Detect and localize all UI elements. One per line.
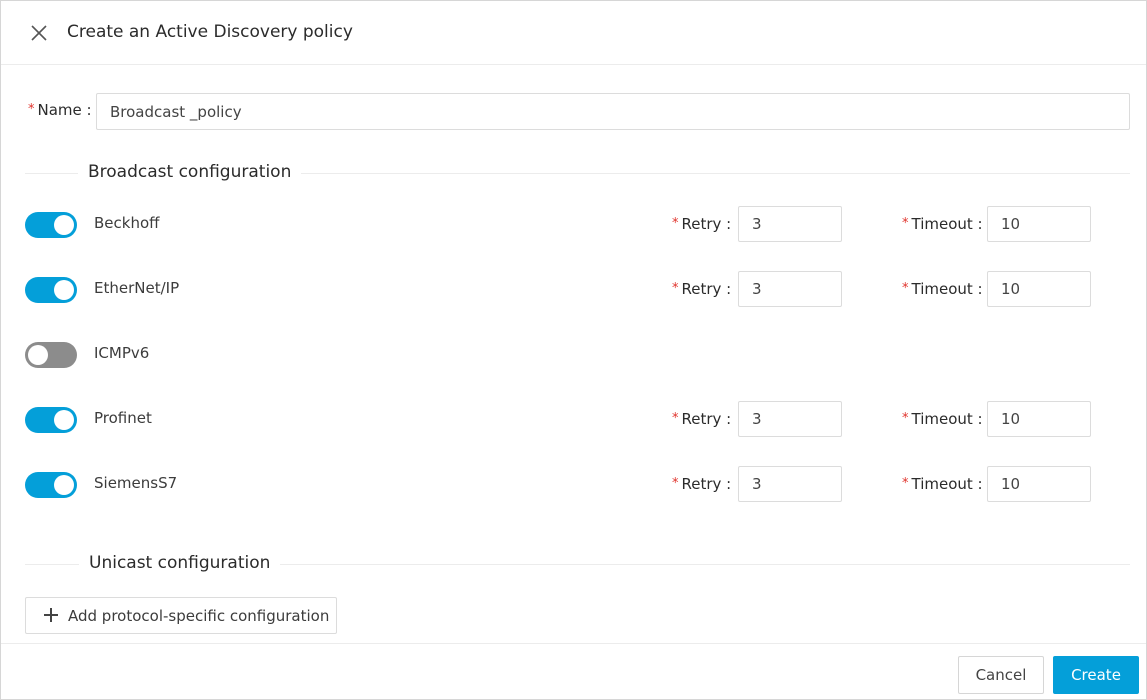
retry-input-beckhoff[interactable] xyxy=(738,206,842,242)
retry-input-profinet[interactable] xyxy=(738,401,842,437)
toggle-knob xyxy=(54,280,74,300)
required-mark: * xyxy=(672,476,679,491)
timeout-label-text: Timeout : xyxy=(911,215,983,233)
retry-label-text: Retry : xyxy=(681,410,732,428)
timeout-label-ethernet-ip: * Timeout : xyxy=(902,280,983,298)
retry-label-text: Retry : xyxy=(681,280,732,298)
required-mark: * xyxy=(672,216,679,231)
dialog: Create an Active Discovery policy * Name … xyxy=(0,0,1147,700)
close-icon xyxy=(31,25,47,41)
toggle-knob xyxy=(54,410,74,430)
toggle-knob xyxy=(54,215,74,235)
protocol-label-siemens-s7: SiemensS7 xyxy=(94,474,178,492)
toggle-profinet[interactable] xyxy=(25,407,77,433)
timeout-label-profinet: * Timeout : xyxy=(902,410,983,428)
timeout-input-ethernet-ip[interactable] xyxy=(987,271,1091,307)
timeout-label-text: Timeout : xyxy=(911,475,983,493)
retry-label-ethernet-ip: * Retry : xyxy=(672,280,731,298)
cancel-button[interactable]: Cancel xyxy=(958,656,1044,694)
retry-label-text: Retry : xyxy=(681,215,732,233)
dialog-header: Create an Active Discovery policy xyxy=(1,1,1146,65)
retry-label-text: Retry : xyxy=(681,475,732,493)
retry-input-siemens-s7[interactable] xyxy=(738,466,842,502)
timeout-input-profinet[interactable] xyxy=(987,401,1091,437)
unicast-section-title: Unicast configuration xyxy=(79,553,281,573)
required-mark: * xyxy=(902,216,909,231)
broadcast-section-title: Broadcast configuration xyxy=(78,162,302,182)
timeout-label-siemens-s7: * Timeout : xyxy=(902,475,983,493)
protocol-label-ethernet-ip: EtherNet/IP xyxy=(94,279,180,297)
timeout-label-text: Timeout : xyxy=(911,280,983,298)
toggle-knob xyxy=(28,345,48,365)
required-mark: * xyxy=(902,476,909,491)
retry-label-profinet: * Retry : xyxy=(672,410,731,428)
required-mark: * xyxy=(672,281,679,296)
required-mark: * xyxy=(28,102,35,117)
timeout-label-text: Timeout : xyxy=(911,410,983,428)
name-label-text: Name : xyxy=(37,101,92,119)
timeout-input-beckhoff[interactable] xyxy=(987,206,1091,242)
protocol-label-icmpv6: ICMPv6 xyxy=(94,344,150,362)
name-input[interactable] xyxy=(96,93,1130,130)
toggle-icmpv6[interactable] xyxy=(25,342,77,368)
name-label: * Name : xyxy=(28,101,92,119)
required-mark: * xyxy=(902,411,909,426)
add-protocol-config-button[interactable]: Add protocol-specific configuration xyxy=(25,597,337,634)
toggle-ethernet-ip[interactable] xyxy=(25,277,77,303)
toggle-knob xyxy=(54,475,74,495)
dialog-footer: Cancel Create xyxy=(1,643,1146,699)
dialog-title: Create an Active Discovery policy xyxy=(67,22,353,42)
plus-icon xyxy=(44,607,58,622)
add-protocol-config-label: Add protocol-specific configuration xyxy=(68,606,330,625)
timeout-input-siemens-s7[interactable] xyxy=(987,466,1091,502)
protocol-label-profinet: Profinet xyxy=(94,409,152,427)
create-button[interactable]: Create xyxy=(1053,656,1139,694)
protocol-label-beckhoff: Beckhoff xyxy=(94,214,160,232)
close-button[interactable] xyxy=(27,21,51,45)
timeout-label-beckhoff: * Timeout : xyxy=(902,215,983,233)
toggle-beckhoff[interactable] xyxy=(25,212,77,238)
retry-label-beckhoff: * Retry : xyxy=(672,215,731,233)
required-mark: * xyxy=(672,411,679,426)
toggle-siemens-s7[interactable] xyxy=(25,472,77,498)
retry-label-siemens-s7: * Retry : xyxy=(672,475,731,493)
required-mark: * xyxy=(902,281,909,296)
retry-input-ethernet-ip[interactable] xyxy=(738,271,842,307)
